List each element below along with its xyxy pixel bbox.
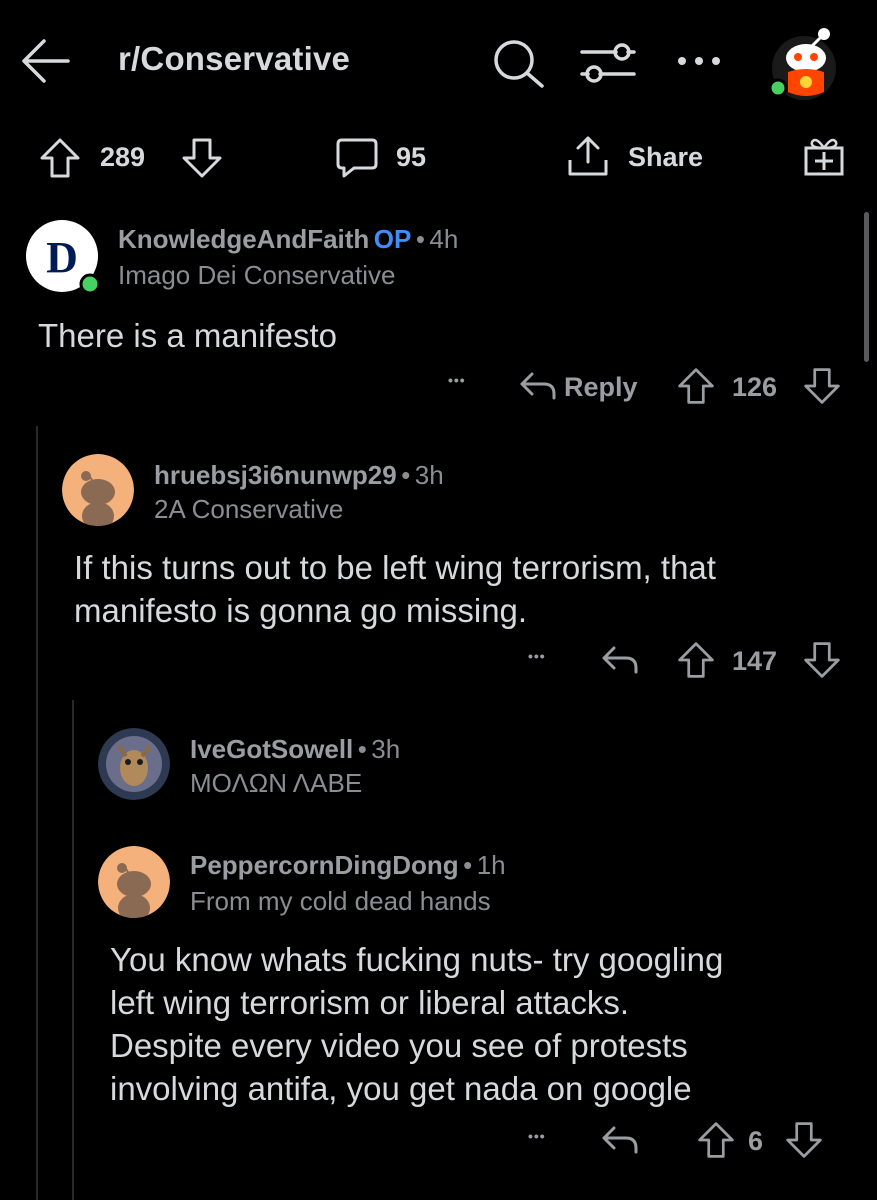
award-gift-icon[interactable] xyxy=(802,134,846,178)
separator-dot: • xyxy=(463,850,473,880)
comment-body-line: left wing terrorism or liberal attacks. xyxy=(110,984,629,1021)
downvote-icon[interactable] xyxy=(784,1120,824,1160)
reply-icon[interactable] xyxy=(600,1122,640,1158)
share-icon[interactable] xyxy=(566,134,610,178)
upvote-icon[interactable] xyxy=(38,136,82,180)
comment-avatar[interactable] xyxy=(62,454,134,526)
upvote-icon[interactable] xyxy=(676,366,716,406)
separator-dot: • xyxy=(357,734,367,764)
comment-body: You know whats fucking nuts- try googlin… xyxy=(110,938,723,1110)
separator-dot: • xyxy=(415,224,425,254)
comment-body-line: If this turns out to be left wing terror… xyxy=(74,549,716,586)
subreddit-title[interactable]: r/Conservative xyxy=(118,40,350,78)
sort-filter-icon[interactable] xyxy=(578,38,638,88)
comment-age: 1h xyxy=(476,850,506,880)
reply-icon[interactable] xyxy=(600,642,640,678)
comment-vote-count: 6 xyxy=(748,1126,764,1156)
comment-body: There is a manifesto xyxy=(38,317,337,354)
thread-line[interactable] xyxy=(72,700,74,1200)
svg-text:D: D xyxy=(46,233,78,282)
op-badge: OP xyxy=(373,224,412,254)
more-options-icon[interactable] xyxy=(676,54,722,68)
reply-icon[interactable] xyxy=(518,368,558,404)
comment-vote-count: 126 xyxy=(732,372,778,402)
comment-username[interactable]: hruebsj3i6nunwp29 xyxy=(154,460,397,490)
comment-more-button[interactable]: ••• xyxy=(448,372,466,388)
comment-avatar[interactable] xyxy=(98,728,170,800)
user-flair: Imago Dei Conservative xyxy=(118,260,396,290)
user-flair: 2A Conservative xyxy=(154,494,344,524)
comment-age: 3h xyxy=(414,460,444,490)
comment-username[interactable]: PeppercornDingDong xyxy=(190,850,459,880)
comment-more-button[interactable]: ••• xyxy=(528,1128,546,1144)
comment-more-button[interactable]: ••• xyxy=(528,648,546,664)
share-label[interactable]: Share xyxy=(628,142,703,173)
downvote-icon[interactable] xyxy=(802,640,842,680)
comment-body: If this turns out to be left wing terror… xyxy=(74,546,716,632)
comment-age: 3h xyxy=(371,734,401,764)
reply-button[interactable]: Reply xyxy=(564,372,638,403)
search-icon[interactable] xyxy=(490,38,546,90)
post-comment-count: 95 xyxy=(396,142,427,172)
upvote-icon[interactable] xyxy=(676,640,716,680)
thread-line[interactable] xyxy=(36,426,38,1200)
user-flair: ΜΟΛΩΝ ΛΑΒΕ xyxy=(190,768,363,798)
comment-body-line: You know whats fucking nuts- try googlin… xyxy=(110,941,724,978)
scrollbar[interactable] xyxy=(864,212,869,362)
comment-vote-count: 147 xyxy=(732,646,778,676)
user-flair: From my cold dead hands xyxy=(190,886,491,916)
back-arrow-icon[interactable] xyxy=(18,34,72,88)
post-upvote-count: 289 xyxy=(100,142,146,172)
comment-body-line: involving antifa, you get nada on google xyxy=(110,1070,692,1107)
downvote-icon[interactable] xyxy=(802,366,842,406)
comment-age: 4h xyxy=(429,224,459,254)
upvote-icon[interactable] xyxy=(696,1120,736,1160)
comment-avatar[interactable] xyxy=(98,846,170,918)
comment-body-line: manifesto is gonna go missing. xyxy=(74,592,528,629)
user-avatar[interactable] xyxy=(766,26,842,102)
comment-icon[interactable] xyxy=(334,136,380,180)
comment-username[interactable]: KnowledgeAndFaith xyxy=(118,224,369,254)
separator-dot: • xyxy=(401,460,411,490)
downvote-icon[interactable] xyxy=(180,136,224,180)
comment-username[interactable]: IveGotSowell xyxy=(190,734,353,764)
comment-avatar[interactable]: D xyxy=(26,220,101,295)
comment-body-line: Despite every video you see of protests xyxy=(110,1027,688,1064)
